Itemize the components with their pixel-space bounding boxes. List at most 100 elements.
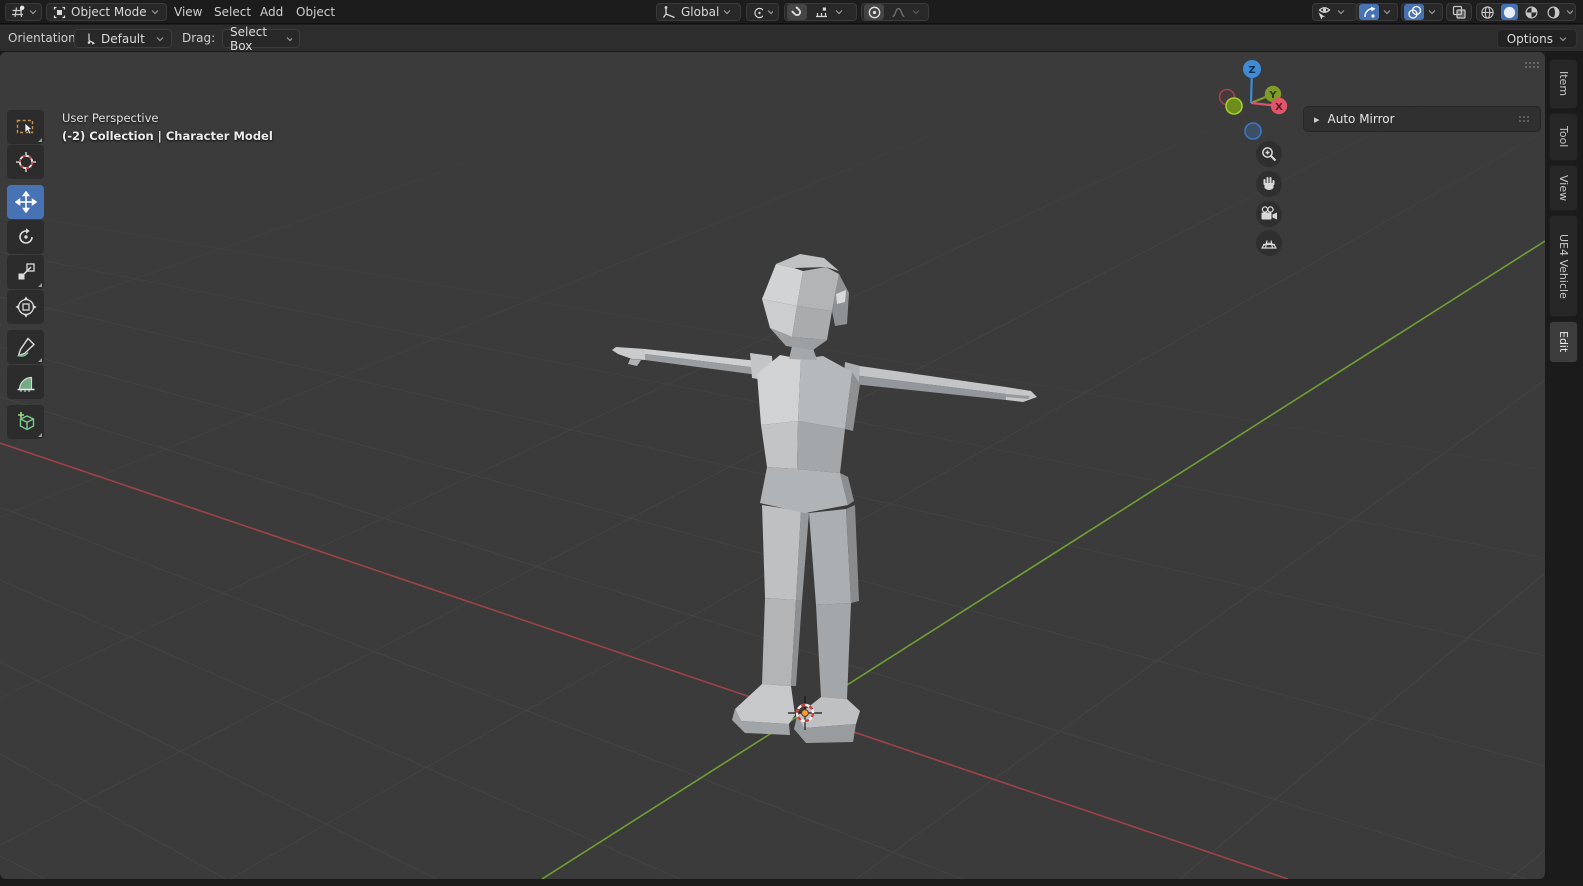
drag-dropdown[interactable]: Select Box (222, 25, 300, 53)
select-box-icon (16, 119, 33, 135)
object-mode-icon (53, 6, 66, 18)
tab-item[interactable]: Item (1549, 59, 1578, 109)
camera-view-button[interactable] (1256, 201, 1282, 227)
shading-wireframe-button[interactable] (1479, 4, 1497, 20)
orientation-dropdown[interactable]: Default (74, 29, 172, 48)
chevron-down-icon (767, 10, 773, 15)
menu-add[interactable]: Add (252, 0, 291, 24)
window-bottom-edge (0, 879, 1583, 886)
transform-tool[interactable] (7, 290, 44, 324)
view-perspective-label: User Perspective (62, 111, 159, 125)
left-foot (735, 684, 795, 724)
move-tool[interactable] (7, 185, 44, 219)
scale-icon (18, 263, 35, 280)
snap-magnet-icon (790, 5, 801, 16)
y-axis-line (541, 240, 1545, 879)
tool-settings-bar: Orientation: Default Drag: Select Box Op… (0, 25, 1583, 53)
zoom-button[interactable] (1256, 141, 1282, 167)
tab-view[interactable]: View (1549, 165, 1578, 211)
measure-tool[interactable] (7, 365, 44, 399)
perspective-toggle-button[interactable] (1256, 230, 1282, 256)
subtool-indicator (38, 433, 42, 437)
orientation-value: Global (681, 5, 720, 19)
material-sphere-icon (1525, 6, 1538, 18)
tab-tool[interactable]: Tool (1549, 113, 1578, 161)
toolbar (7, 110, 45, 440)
character-model[interactable] (612, 254, 1037, 743)
cursor-tool-icon (15, 152, 36, 172)
gizmo-arrow-icon (1363, 6, 1375, 18)
chevron-down-icon (156, 36, 164, 41)
panel-auto-mirror[interactable]: ▸ Auto Mirror (1303, 106, 1541, 132)
overlays-toggle[interactable] (1404, 4, 1424, 20)
proportional-edit-icon (868, 6, 880, 18)
object-origin-dot (801, 709, 809, 717)
snap-increment-icon (815, 7, 827, 17)
menu-view[interactable]: View (166, 0, 210, 24)
mode-label: Object Mode (71, 5, 147, 19)
chevron-down-icon (1559, 36, 1567, 41)
add-cube-tool[interactable] (7, 405, 44, 439)
axis-z-label: Z (1248, 65, 1255, 76)
rotate-icon (18, 228, 33, 244)
cursor-tool[interactable] (7, 145, 44, 179)
xray-icon (1452, 5, 1466, 19)
panel-grip-icon[interactable] (1518, 112, 1532, 126)
falloff-selector[interactable] (888, 4, 908, 20)
snap-toggle[interactable] (787, 4, 807, 20)
snap-target-selector[interactable] (811, 4, 831, 20)
options-button[interactable]: Options (1496, 29, 1577, 48)
expand-chevron-icon: ▸ (1314, 112, 1320, 126)
transform-orientation-selector[interactable]: Global (656, 3, 741, 21)
axis-y-label: Y (1268, 90, 1277, 101)
pivot-point-selector[interactable] (746, 3, 779, 21)
tab-ue4-vehicle[interactable]: UE4 Vehicle (1549, 215, 1578, 317)
axis-neg-y-ball (1225, 97, 1243, 115)
region-grip-icon[interactable] (1524, 61, 1540, 69)
sidebar-tab-column: Item Tool View UE4 Vehicle Edit (1545, 52, 1583, 879)
viewport-header: Object Mode View Select Add Object Globa… (0, 0, 1583, 24)
orientation-axes-icon (662, 5, 675, 18)
tab-edit[interactable]: Edit (1549, 321, 1578, 363)
select-box-tool[interactable] (7, 110, 44, 144)
gizmos-toggle-group (1356, 3, 1398, 21)
chevron-down-icon (151, 10, 159, 15)
xray-toggle[interactable] (1446, 3, 1472, 21)
falloff-curve-icon (891, 7, 905, 17)
wireframe-sphere-icon (1481, 5, 1495, 19)
overlays-toggle-group (1401, 3, 1443, 21)
shading-mode-group (1476, 3, 1576, 21)
annotate-tool[interactable] (7, 330, 44, 364)
move-icon (14, 191, 37, 213)
solid-sphere-icon (1503, 6, 1516, 18)
chevron-down-icon (1337, 10, 1345, 15)
pan-button[interactable] (1256, 171, 1282, 197)
blender-window: Z Y X User Perspective (-2) Collection |… (0, 0, 1583, 886)
subtool-indicator (38, 138, 42, 142)
gizmos-toggle[interactable] (1359, 4, 1379, 20)
snap-group (784, 3, 857, 21)
scale-tool[interactable] (7, 255, 44, 289)
viewport-scene: Z Y X (0, 52, 1545, 879)
viewport-3d[interactable]: Z Y X User Perspective (-2) Collection |… (0, 52, 1545, 879)
mode-selector[interactable]: Object Mode (46, 3, 167, 21)
editor-type-selector[interactable] (5, 3, 42, 21)
orientation-label: Orientation: (8, 31, 80, 45)
orientation-dropdown-value: Default (101, 31, 145, 46)
chevron-down-icon (723, 10, 731, 15)
measure-icon (17, 376, 34, 392)
shading-solid-button[interactable] (1500, 4, 1519, 20)
shading-material-button[interactable] (1522, 4, 1540, 20)
axis-neg-z-ball (1244, 122, 1262, 140)
chevron-down-icon (29, 10, 37, 15)
drag-dropdown-value: Select Box (230, 24, 268, 53)
chevron-down-icon (835, 10, 843, 15)
visibility-selector[interactable] (1312, 3, 1357, 21)
shading-rendered-button[interactable] (1544, 4, 1562, 20)
orientation-default-icon (87, 33, 95, 45)
eye-cursor-icon (1318, 7, 1331, 20)
pivot-icon (754, 5, 764, 18)
menu-object[interactable]: Object (288, 0, 343, 24)
rotate-tool[interactable] (7, 220, 44, 254)
proportional-edit-toggle[interactable] (864, 4, 884, 20)
